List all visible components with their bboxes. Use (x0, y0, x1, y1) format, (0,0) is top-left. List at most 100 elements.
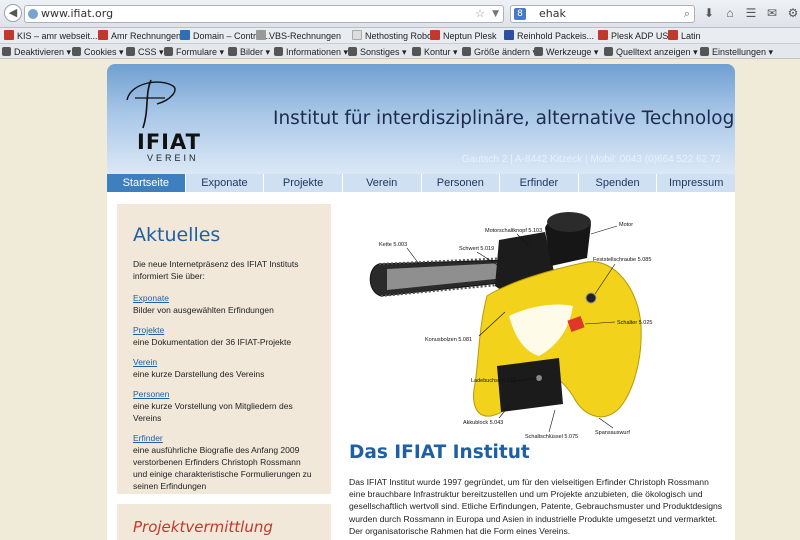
devtool-item[interactable]: Informationen ▾ (274, 46, 348, 58)
main-heading: Das IFIAT Institut (349, 442, 530, 463)
sidebar-item: Personen eine kurze Vorstellung von Mitg… (133, 388, 315, 424)
globe-icon (28, 9, 38, 19)
settings-icon (700, 47, 709, 56)
label-schaltschluessel: Schaltschlüssel 5.075 (525, 434, 578, 440)
label-kette: Kette 5.003 (379, 242, 407, 248)
news-sidebar: Aktuelles Die neue Internetpräsenz des I… (117, 204, 331, 494)
bookmark-item[interactable]: VBS-Rechnungen (256, 30, 341, 42)
sidebar-item-desc: eine kurze Vorstellung von Mitgliedern d… (133, 401, 293, 423)
devtool-item[interactable]: Quelltext anzeigen ▾ (604, 46, 698, 58)
bookmarks-bar: KIS – amr webseit... Amr Rechnungen Doma… (0, 28, 800, 44)
chainsaw-diagram-image: Kette 5.003 Schwert 5.019 Motorschaltkno… (369, 212, 652, 440)
bookmark-icon (598, 30, 608, 40)
main-paragraph: Das IFIAT Institut wurde 1997 gegründet,… (349, 477, 723, 536)
menu-item-erfinder[interactable]: Erfinder (500, 174, 579, 192)
bookmark-star-icon[interactable]: ☆ (475, 6, 485, 22)
devtool-item[interactable]: Einstellungen ▾ (700, 46, 773, 58)
contact-address: Gautsch 2 | A-8442 Kitzeck | Mobil: 0043… (461, 154, 721, 165)
search-icon[interactable]: ⌕ (684, 6, 690, 22)
label-schalter: Schalter 5.025 (617, 320, 652, 326)
menu-item-projekte[interactable]: Projekte (264, 174, 343, 192)
menu-icon[interactable]: ☰ (744, 5, 758, 21)
devtool-item[interactable]: Größe ändern ▾ (462, 46, 537, 58)
devtool-item[interactable]: CSS ▾ (126, 46, 164, 58)
sidebar-item-desc: eine ausführliche Biografie des Anfang 2… (133, 445, 312, 491)
devtool-item[interactable]: Deaktivieren ▾ (2, 46, 71, 58)
menu-item-startseite[interactable]: Startseite (107, 174, 186, 192)
bookmark-icon (180, 30, 190, 40)
sidebar-item-desc: Bilder von ausgewählten Erfindungen (133, 305, 274, 315)
bookmark-icon (668, 30, 678, 40)
menu-item-exponate[interactable]: Exponate (186, 174, 265, 192)
sidebar-item-desc: eine Dokumentation der 36 IFIAT-Projekte (133, 337, 292, 347)
bookmark-icon (430, 30, 440, 40)
back-arrow-icon[interactable]: ◀ (4, 4, 22, 22)
web-page: IFIAT VEREIN Institut für interdisziplin… (107, 64, 735, 540)
devtool-item[interactable]: Kontur ▾ (412, 46, 458, 58)
home-icon[interactable]: ⌂ (723, 5, 737, 21)
devtool-item[interactable]: Sonstiges ▾ (348, 46, 407, 58)
sidebar-link-projekte[interactable]: Projekte (133, 324, 315, 336)
cookie-icon (72, 47, 81, 56)
search-engine-icon[interactable]: 8 (514, 8, 526, 20)
bookmark-item[interactable]: Latin (668, 30, 701, 42)
sidebar-item: Erfinder eine ausführliche Biografie des… (133, 432, 315, 492)
bookmark-item[interactable]: KIS – amr webseit... (4, 30, 98, 42)
image-icon (228, 47, 237, 56)
sidebar-link-erfinder[interactable]: Erfinder (133, 432, 315, 444)
sidebar-intro: Die neue Internetpräsenz des IFIAT Insti… (133, 259, 299, 281)
menu-item-personen[interactable]: Personen (422, 174, 501, 192)
label-feststellschraube: Feststellschraube 5.085 (593, 257, 651, 263)
menu-item-impressum[interactable]: Impressum (657, 174, 735, 192)
devtool-item[interactable]: Cookies ▾ (72, 46, 124, 58)
devtool-item[interactable]: Bilder ▾ (228, 46, 270, 58)
devtool-item[interactable]: Werkzeuge ▾ (534, 46, 598, 58)
tools-icon (534, 47, 543, 56)
sidebar-link-personen[interactable]: Personen (133, 388, 315, 400)
resize-icon (462, 47, 471, 56)
source-icon (604, 47, 613, 56)
search-box[interactable]: 8 ehak ⌕ (510, 5, 695, 23)
info-icon (274, 47, 283, 56)
misc-icon (348, 47, 357, 56)
search-input-value: ehak (539, 7, 566, 20)
history-dropdown-icon[interactable]: ▼ (492, 6, 499, 22)
site-title: Institut für interdisziplinäre, alternat… (273, 108, 735, 129)
project-heading: Projektvermittlung (133, 518, 273, 536)
bookmark-item[interactable]: Neptun Plesk (430, 30, 497, 42)
browser-toolbar: ◀ www.ifiat.org ☆ ▼ 8 ehak ⌕ ⬇ ⌂ ☰ ✉ ⚙ (0, 0, 800, 28)
bookmark-item[interactable]: Plesk ADP USA (598, 30, 674, 42)
devtool-item[interactable]: Formulare ▾ (164, 46, 224, 58)
url-text: www.ifiat.org (41, 7, 114, 20)
label-motorschaltknopf: Motorschaltknopf 5.103 (485, 228, 542, 234)
menu-item-spenden[interactable]: Spenden (579, 174, 658, 192)
bookmark-item[interactable]: Nethosting Robot (352, 30, 435, 42)
project-sidebar: Projektvermittlung (117, 504, 331, 540)
logo-subtitle: VEREIN (147, 153, 199, 163)
bookmark-icon (352, 30, 362, 40)
bookmark-icon (4, 30, 14, 40)
sidebar-item: Projekte eine Dokumentation der 36 IFIAT… (133, 324, 315, 348)
sidebar-item: Exponate Bilder von ausgewählten Erfindu… (133, 292, 315, 316)
ifiat-logo-icon[interactable] (121, 74, 181, 130)
sidebar-link-verein[interactable]: Verein (133, 356, 315, 368)
bookmark-icon (504, 30, 514, 40)
label-spansauswurf: Spansauswurf (595, 430, 630, 436)
bookmark-icon (256, 30, 266, 40)
bookmark-item[interactable]: Amr Rechnungen (98, 30, 181, 42)
download-icon[interactable]: ⬇ (702, 5, 716, 21)
site-header: IFIAT VEREIN Institut für interdisziplin… (107, 64, 735, 174)
menu-item-verein[interactable]: Verein (343, 174, 422, 192)
label-ladebuchse: Ladebuchse 5.112 (471, 378, 516, 384)
addon-icon[interactable]: ✉ (765, 5, 779, 21)
outline-icon (412, 47, 421, 56)
address-bar[interactable]: www.ifiat.org ☆ ▼ (24, 5, 504, 23)
logo-name[interactable]: IFIAT (137, 130, 201, 154)
bookmark-item[interactable]: Reinhold Packeis... (504, 30, 594, 42)
sidebar-link-exponate[interactable]: Exponate (133, 292, 315, 304)
sidebar-item: Verein eine kurze Darstellung des Verein… (133, 356, 315, 380)
label-schwert: Schwert 5.019 (459, 246, 494, 252)
label-konusbolzen: Konusbolzen 5.081 (425, 337, 472, 343)
disable-icon (2, 47, 11, 56)
extension-icon[interactable]: ⚙ (786, 5, 800, 21)
